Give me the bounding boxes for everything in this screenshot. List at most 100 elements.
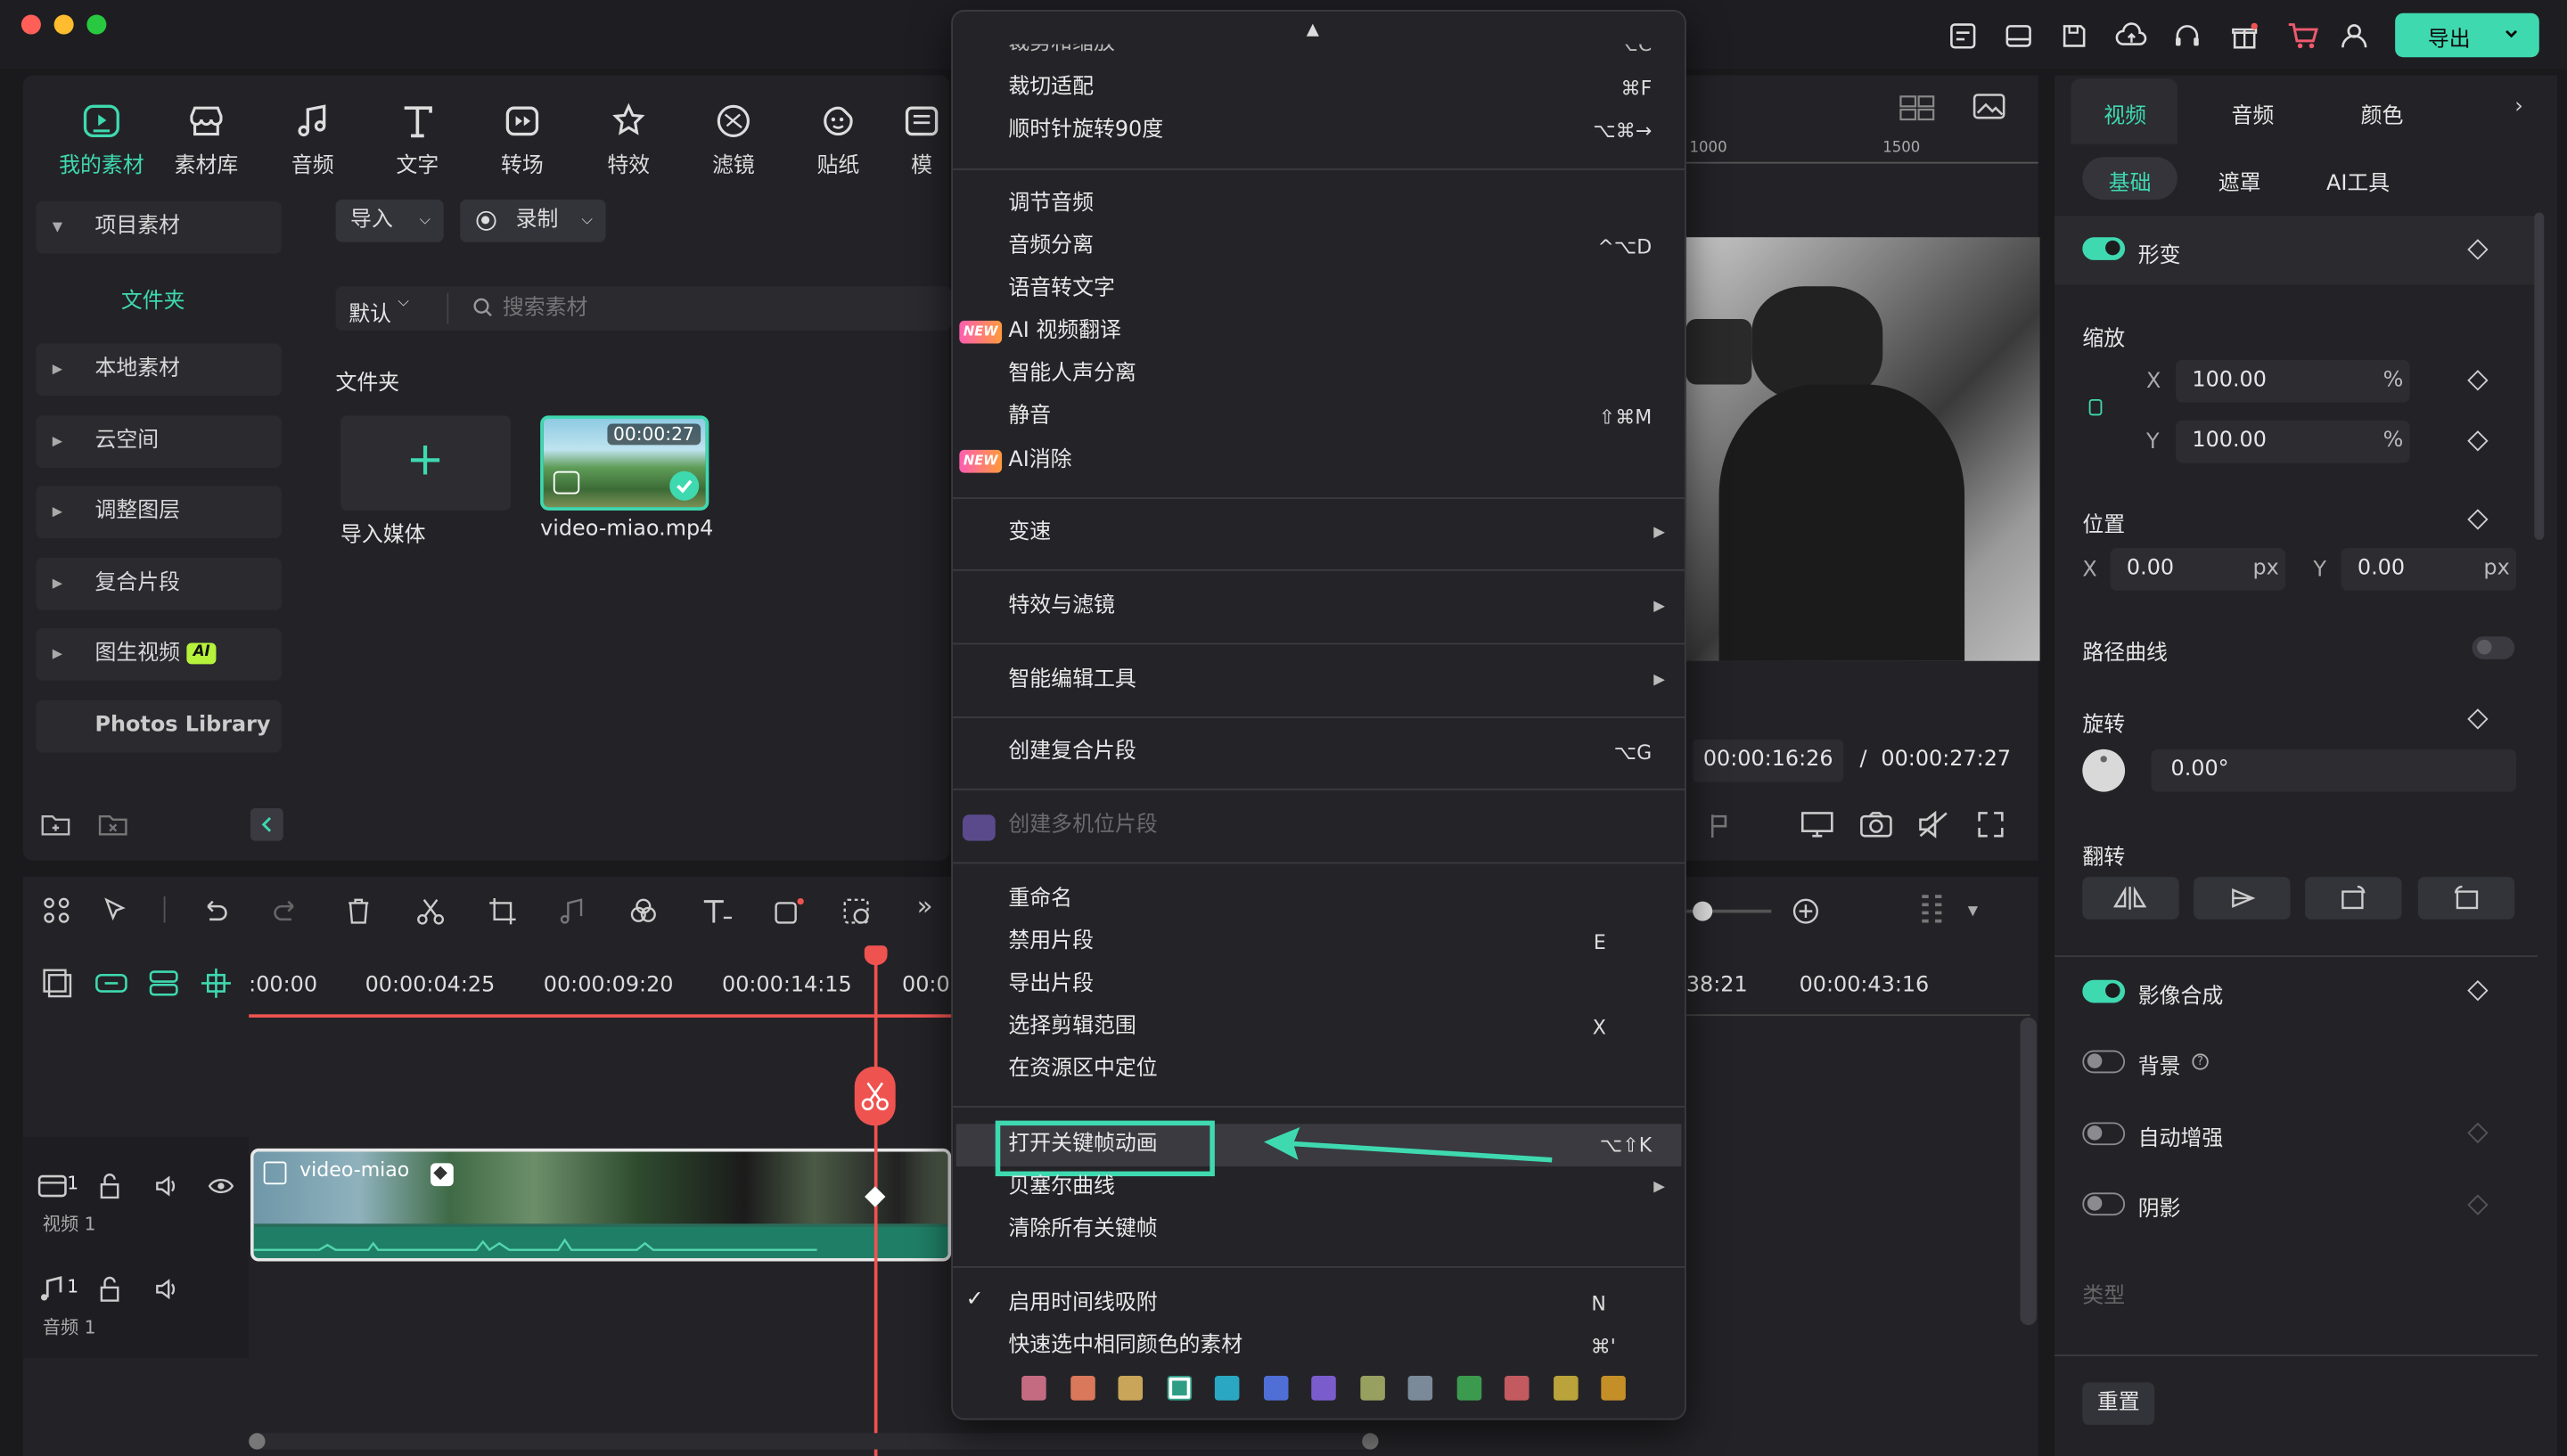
playhead-handle[interactable] <box>864 945 888 966</box>
sidebar-item-project-media[interactable]: ▼ 项目素材 <box>36 200 282 254</box>
rotate-ccw-button[interactable] <box>2417 877 2515 920</box>
select-tool-icon[interactable] <box>102 896 135 926</box>
display-icon[interactable] <box>1800 810 1833 839</box>
import-button[interactable]: 导入 ⌵ <box>335 199 444 242</box>
rotate-cw-button[interactable] <box>2305 877 2402 920</box>
color-swatch[interactable] <box>1407 1376 1433 1401</box>
menu-item-snap[interactable]: 启用时间线吸附 <box>1008 1289 1157 1319</box>
auto-enhance-toggle[interactable] <box>2082 1122 2126 1146</box>
track-layout-icon[interactable] <box>1919 893 1945 928</box>
menu-item-clear-keyframes[interactable]: 清除所有关键帧 <box>1008 1215 1157 1245</box>
link-icon[interactable] <box>95 969 128 998</box>
menu-item-speed[interactable]: 变速 <box>1008 519 1051 548</box>
shape-tool-icon[interactable] <box>773 896 806 926</box>
color-swatch[interactable] <box>1504 1376 1530 1401</box>
delete-icon[interactable] <box>344 896 373 926</box>
help-icon[interactable]: ? <box>2192 1053 2209 1070</box>
color-icon[interactable] <box>628 896 658 926</box>
menu-item-crop-fit[interactable]: 裁切适配 <box>1008 74 1094 103</box>
sidebar-item-adjust-layer[interactable]: ▶ 调整图层 <box>36 486 282 539</box>
menu-item-vocal-separation[interactable]: 智能人声分离 <box>1008 360 1136 389</box>
sidebar-item-compound[interactable]: ▶ 复合片段 <box>36 558 282 610</box>
menu-item-ai-translate[interactable]: AI 视频翻译 <box>1008 317 1121 347</box>
maximize-window-button[interactable] <box>86 14 107 35</box>
menu-item-open-keyframe[interactable]: 打开关键帧动画 <box>1008 1131 1157 1160</box>
color-swatch[interactable] <box>1021 1376 1046 1401</box>
audio-off-icon[interactable] <box>1917 810 1950 839</box>
timeline-vscrollbar[interactable] <box>2020 1017 2037 1326</box>
menu-item-crop-zoom[interactable]: 裁剪和缩放 ⌥C <box>953 45 1685 61</box>
color-swatch[interactable] <box>1553 1376 1578 1401</box>
rotate-input[interactable]: 0.00° <box>2151 748 2517 792</box>
tab-transition[interactable]: 转场 <box>473 102 571 178</box>
menu-item-select-same-color[interactable]: 快速选中相同颜色的素材 <box>1008 1331 1242 1361</box>
image-icon[interactable] <box>1972 92 2005 121</box>
chevron-down-icon[interactable] <box>2503 26 2519 42</box>
cart-icon[interactable] <box>2287 21 2320 51</box>
menu-item-mute[interactable]: 静音 <box>1008 403 1051 432</box>
menu-item-ai-erase[interactable]: AI消除 <box>1008 446 1071 476</box>
track-snap-icon[interactable] <box>147 969 180 998</box>
close-window-button[interactable] <box>21 14 41 35</box>
new-folder-icon[interactable] <box>41 812 70 838</box>
delete-folder-icon[interactable] <box>98 812 127 838</box>
grid-view-icon[interactable] <box>1899 94 1935 121</box>
collapse-sidebar-button[interactable] <box>250 807 283 841</box>
color-swatch[interactable] <box>1456 1376 1481 1401</box>
menu-item-speech-to-text[interactable]: 语音转文字 <box>1008 274 1114 304</box>
rotate-knob[interactable] <box>2082 748 2126 792</box>
tab-effects[interactable]: 特效 <box>579 102 677 178</box>
flip-horizontal-button[interactable] <box>2082 877 2179 920</box>
undo-icon[interactable] <box>200 896 229 926</box>
menu-item-locate-in-media[interactable]: 在资源区中定位 <box>1008 1055 1157 1084</box>
clip-thumbnail[interactable]: 00:00:27 <box>540 415 709 511</box>
pos-x-input[interactable]: 0.00 px <box>2110 548 2286 591</box>
menu-item-create-compound[interactable]: 创建复合片段 <box>1008 738 1136 767</box>
split-icon[interactable] <box>416 896 446 926</box>
text-tool-icon[interactable] <box>701 896 734 926</box>
menu-item-rename[interactable]: 重命名 <box>1008 885 1072 914</box>
zoom-slider[interactable] <box>1685 901 1772 921</box>
gift-icon[interactable] <box>2230 21 2259 51</box>
scroll-up-arrow[interactable]: ▲ <box>1307 21 1319 39</box>
tab-filter[interactable]: 滤镜 <box>685 102 783 178</box>
cloud-upload-icon[interactable] <box>2115 21 2148 51</box>
color-swatch[interactable] <box>1166 1376 1192 1401</box>
timeline-hscrollbar[interactable] <box>249 1433 1379 1450</box>
tab-template[interactable]: 模 <box>894 102 949 178</box>
tab-audio[interactable]: 音频 <box>264 102 362 178</box>
tab-sticker[interactable]: 贴纸 <box>789 102 887 178</box>
audio-tool-icon[interactable] <box>556 896 586 926</box>
compositing-toggle[interactable] <box>2082 979 2126 1003</box>
transform-toggle[interactable] <box>2082 237 2126 260</box>
pos-y-input[interactable]: 0.00 px <box>2341 548 2517 591</box>
ai-cutout-icon[interactable] <box>841 896 874 926</box>
color-swatch[interactable] <box>1263 1376 1288 1401</box>
record-button[interactable]: 录制 ⌵ <box>460 199 606 242</box>
subtab-mask[interactable]: 遮罩 <box>2218 165 2261 197</box>
snapshot-icon[interactable] <box>1860 810 1893 839</box>
tab-color[interactable]: 颜色 <box>2361 98 2404 130</box>
lock-icon[interactable] <box>98 1276 121 1302</box>
menu-item-smart-tools[interactable]: 智能编辑工具 <box>1008 666 1136 695</box>
menu-item-export-clip[interactable]: 导出片段 <box>1008 970 1094 1000</box>
crop-icon[interactable] <box>488 896 517 926</box>
color-swatch[interactable] <box>1214 1376 1240 1401</box>
menu-item-effects-filters[interactable]: 特效与滤镜 <box>1008 593 1114 622</box>
search-input[interactable] <box>502 290 929 326</box>
menu-item-disable-clip[interactable]: 禁用片段 <box>1008 928 1094 957</box>
menu-item-rotate-90[interactable]: 顺时针旋转90度 <box>1008 116 1163 145</box>
lock-icon[interactable] <box>98 1173 121 1199</box>
layout-icon[interactable] <box>2004 21 2033 51</box>
sidebar-item-cloud[interactable]: ▶ 云空间 <box>36 415 282 469</box>
menu-item-detach-audio[interactable]: 音频分离 <box>1008 233 1094 262</box>
sidebar-item-local[interactable]: ▶ 本地素材 <box>36 343 282 397</box>
sort-dropdown[interactable]: 默认 <box>349 296 391 328</box>
shadow-toggle[interactable] <box>2082 1192 2126 1216</box>
current-time[interactable]: 00:00:16:26 <box>1693 739 1844 782</box>
scale-y-input[interactable]: 100.00% <box>2176 420 2410 463</box>
zoom-in-icon[interactable] <box>1791 896 1820 926</box>
timeline-clip[interactable]: video-miao <box>250 1148 952 1262</box>
eye-icon[interactable] <box>208 1173 234 1198</box>
menu-item-bezier[interactable]: 贝塞尔曲线 <box>1008 1173 1114 1202</box>
